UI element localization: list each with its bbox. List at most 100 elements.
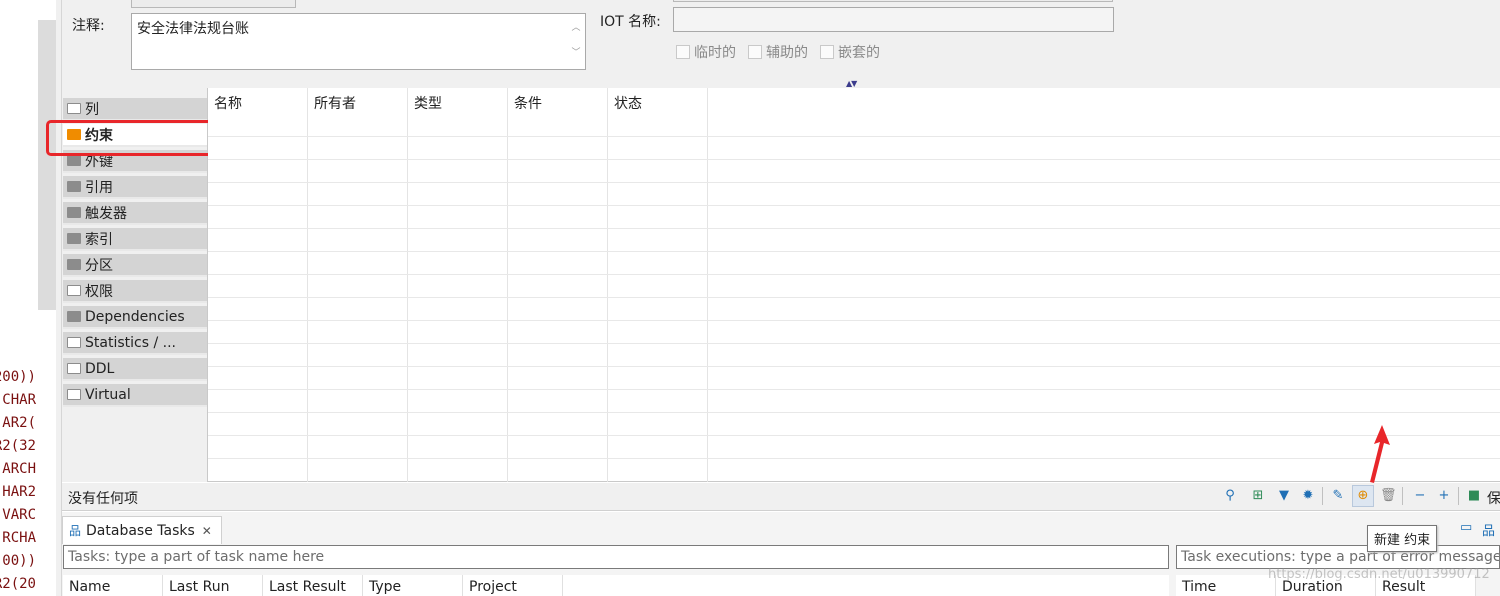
tab-label: Virtual — [85, 386, 131, 403]
column-header-owner[interactable]: 所有者 — [308, 88, 408, 136]
tab-dependencies[interactable]: Dependencies — [63, 306, 207, 329]
tab-indexes[interactable]: 索引 — [63, 228, 207, 251]
column-header-status[interactable]: 状态 — [608, 88, 708, 136]
grid-line — [507, 88, 508, 482]
table-properties-panel: 注释: 安全法律法规台账 ︿ ﹀ IOT 名称: 临时的 辅助的 嵌套的 ▲▼ — [62, 0, 1500, 88]
grid-line — [407, 88, 408, 482]
tab-ddl[interactable]: DDL — [63, 358, 207, 381]
task-search-input[interactable]: Tasks: type a part of task name here — [63, 545, 1169, 569]
iot-name-input[interactable] — [673, 7, 1114, 32]
secondary-checkbox[interactable]: 辅助的 — [748, 42, 808, 62]
column-header-last-result[interactable]: Last Result — [263, 575, 363, 596]
comment-value: 安全法律法规台账 — [137, 21, 249, 37]
grid-line — [707, 88, 708, 482]
tab-partitions[interactable]: 分区 — [63, 254, 207, 277]
close-icon[interactable]: ✕ — [202, 524, 212, 538]
toolbar-separator — [1322, 487, 1323, 505]
checkbox-label: 辅助的 — [766, 45, 808, 61]
watermark: https://blog.csdn.net/u013990712 — [1268, 567, 1490, 582]
iot-name-label: IOT 名称: — [600, 14, 661, 30]
search-icon[interactable]: ⚲ — [1222, 488, 1238, 504]
code-line: R2(32 — [0, 438, 36, 454]
grid-line — [208, 136, 1500, 137]
textarea-scrollbar[interactable]: ︿ ﹀ — [569, 16, 583, 67]
save-button-label[interactable]: 保 — [1487, 488, 1500, 508]
sql-editor-strip: 200)) CHAR AR2( R2(32 ARCH HAR2 VARC RCH… — [0, 0, 38, 596]
code-line: ARCH — [2, 461, 36, 477]
column-header-type[interactable]: 类型 — [408, 88, 508, 136]
filter-icon[interactable]: ▼ — [1276, 488, 1292, 504]
tab-permissions[interactable]: 权限 — [63, 280, 207, 303]
execution-search-input[interactable]: Task executions: type a part of error me… — [1176, 545, 1500, 569]
tab-references[interactable]: 引用 — [63, 176, 207, 199]
editor-scrollbar[interactable] — [38, 20, 56, 310]
column-header-type[interactable]: Type — [363, 575, 463, 596]
column-header-last-run[interactable]: Last Run — [163, 575, 263, 596]
collapse-toggle-icon[interactable]: ▲▼ — [846, 79, 857, 88]
folder-icon — [67, 207, 81, 218]
edit-icon[interactable]: ✎ — [1330, 488, 1346, 504]
exec-search-placeholder: Task executions: type a part of error me… — [1181, 549, 1500, 565]
tab-label: 列 — [85, 101, 99, 118]
grid-line — [208, 458, 1500, 459]
tab-virtual[interactable]: Virtual — [63, 384, 207, 407]
grid-line — [607, 88, 608, 482]
folder-icon — [67, 259, 81, 270]
grid-line — [208, 297, 1500, 298]
save-icon[interactable]: ■ — [1466, 488, 1482, 504]
column-header-name[interactable]: Name — [63, 575, 163, 596]
column-header-project[interactable]: Project — [463, 575, 563, 596]
folder-icon — [67, 233, 81, 244]
code-line: AR2( — [2, 415, 36, 431]
comment-textarea[interactable]: 安全法律法规台账 ︿ ﹀ — [131, 13, 586, 70]
new-constraint-icon[interactable]: ⊕ — [1352, 485, 1374, 507]
grid-line — [208, 251, 1500, 252]
tab-label: Dependencies — [85, 308, 185, 325]
grid-line — [208, 159, 1500, 160]
toolbar-separator — [1458, 487, 1459, 505]
constraints-table: 名称 所有者 类型 条件 状态 — [208, 88, 1500, 482]
name-field[interactable] — [131, 0, 296, 8]
code-line: HAR2 — [2, 484, 36, 500]
folder-icon — [67, 155, 81, 166]
scroll-down-icon[interactable]: ﹀ — [569, 41, 583, 66]
status-toolbar: 没有任何项 ⚲ ⊞ ▼ ✹ ✎ ⊕ 🗑 − + ■ 保 — [62, 483, 1500, 511]
folder-icon — [67, 311, 81, 322]
collapse-icon[interactable]: − — [1412, 488, 1428, 504]
grid-line — [208, 412, 1500, 413]
tasks-icon: 品 — [69, 524, 82, 538]
code-line: CHAR — [2, 392, 36, 408]
view-menu-icon[interactable]: ▭ — [1460, 520, 1472, 535]
code-line: RCHA — [2, 530, 36, 546]
column-header-filler — [563, 575, 1169, 596]
grid-line — [208, 389, 1500, 390]
toolbar-separator — [1402, 487, 1403, 505]
delete-icon[interactable]: 🗑 — [1380, 488, 1397, 504]
tree-icon[interactable]: ⊞ — [1250, 488, 1266, 504]
settings-icon[interactable]: ✹ — [1300, 488, 1316, 504]
nested-checkbox[interactable]: 嵌套的 — [820, 42, 880, 62]
ddl-icon — [67, 363, 81, 374]
grid-line — [208, 320, 1500, 321]
tab-columns[interactable]: 列 — [63, 98, 207, 121]
checkbox-box[interactable] — [676, 45, 690, 59]
columns-icon — [67, 103, 81, 114]
tablespace-field[interactable] — [673, 0, 1113, 2]
grid-line — [208, 205, 1500, 206]
temporary-checkbox[interactable]: 临时的 — [676, 42, 736, 62]
column-header-name[interactable]: 名称 — [208, 88, 308, 136]
grid-line — [208, 228, 1500, 229]
tab-label: DDL — [85, 360, 115, 377]
tasks-tree-icon[interactable]: 品 — [1482, 520, 1495, 539]
checkbox-box[interactable] — [748, 45, 762, 59]
expand-icon[interactable]: + — [1436, 488, 1452, 504]
scroll-up-icon[interactable]: ︿ — [569, 16, 583, 41]
column-header-condition[interactable]: 条件 — [508, 88, 608, 136]
column-header-time[interactable]: Time — [1176, 575, 1276, 596]
grid-line — [208, 182, 1500, 183]
checkbox-box[interactable] — [820, 45, 834, 59]
tab-database-tasks[interactable]: 品 Database Tasks ✕ — [62, 516, 222, 544]
tab-triggers[interactable]: 触发器 — [63, 202, 207, 225]
annotation-arrow-icon — [1370, 425, 1390, 483]
tab-statistics[interactable]: Statistics / ... — [63, 332, 207, 355]
